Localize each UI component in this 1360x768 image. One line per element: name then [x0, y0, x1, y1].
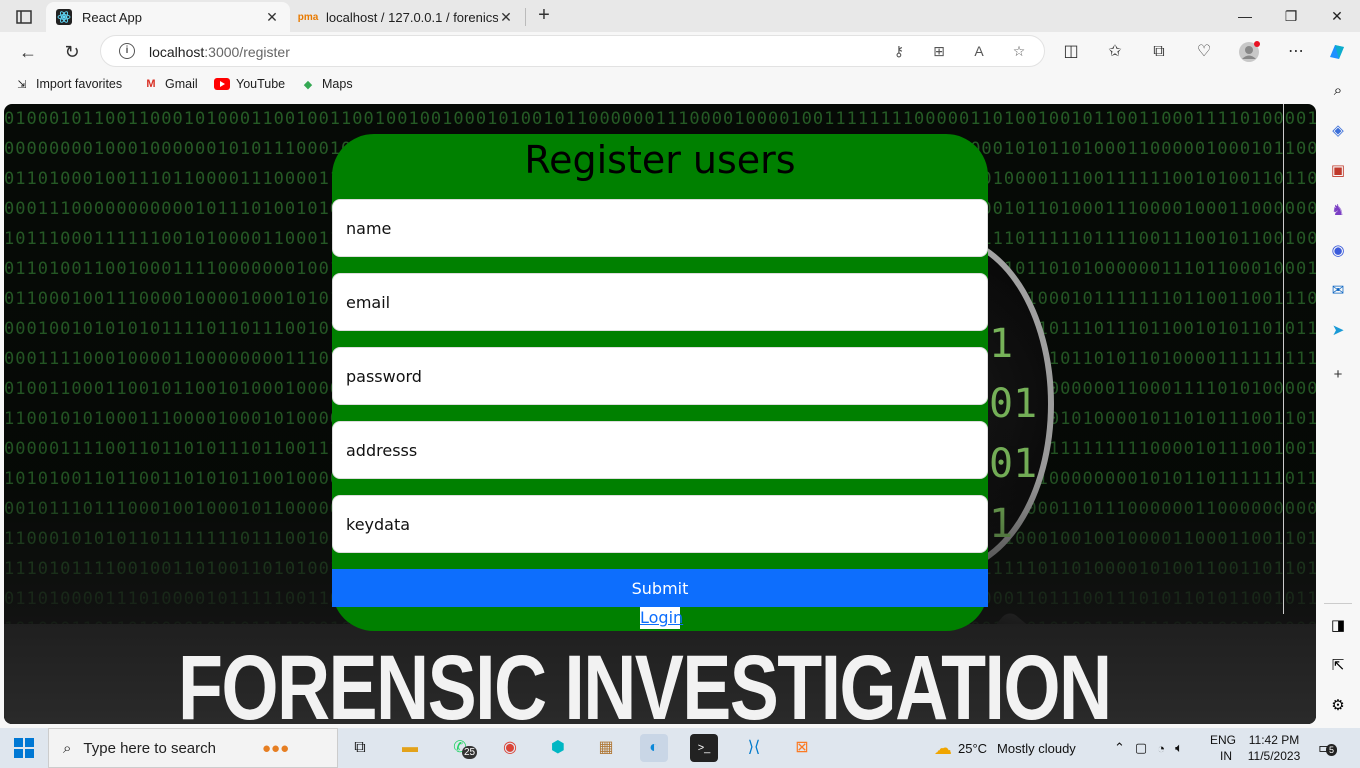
shopping-tag-icon[interactable]: ◈: [1327, 120, 1349, 142]
clock[interactable]: 11:42 PM 11/5/2023: [1246, 728, 1302, 768]
split-screen-icon[interactable]: ◫: [1060, 41, 1082, 63]
register-form-card: Register users Submit Login: [332, 134, 988, 631]
name-field[interactable]: [332, 199, 988, 257]
scroll-divider: [1283, 104, 1284, 614]
bookmarks-bar: ⇲ Import favorites M Gmail YouTube ◆ Map…: [0, 70, 1360, 100]
more-menu-icon[interactable]: ⋯: [1285, 41, 1307, 63]
search-icon: ⌕: [63, 739, 72, 757]
search-icon[interactable]: ⌕: [1327, 80, 1349, 102]
windows-start-icon[interactable]: [14, 738, 34, 758]
site-info-icon[interactable]: i: [119, 43, 135, 59]
collections-icon[interactable]: ⧉: [1148, 41, 1170, 63]
maps-icon: ◆: [303, 78, 313, 91]
react-icon: [56, 9, 72, 25]
close-tab-icon[interactable]: ✕: [498, 9, 514, 26]
notifications-icon[interactable]: ▭5: [1318, 728, 1338, 768]
read-aloud-icon[interactable]: A: [969, 43, 989, 61]
task-view-icon[interactable]: ⧉: [346, 734, 374, 762]
refresh-icon[interactable]: ↻: [59, 39, 85, 65]
tab-react-app[interactable]: React App ✕: [46, 2, 290, 32]
3d-viewer-icon[interactable]: ⬢: [544, 734, 572, 762]
bookmark-import-favorites[interactable]: ⇲ Import favorites: [14, 77, 122, 91]
close-tab-icon[interactable]: ✕: [264, 9, 280, 26]
chevron-up-icon[interactable]: ⌃: [1114, 740, 1125, 756]
tab-title: React App: [82, 9, 142, 25]
settings-gear-icon[interactable]: ⚙: [1327, 695, 1349, 717]
outlook-icon[interactable]: ✉: [1327, 280, 1349, 302]
whatsapp-badge: 25: [462, 746, 478, 759]
import-icon: ⇲: [17, 78, 27, 91]
tab-actions-icon[interactable]: [10, 6, 38, 28]
tab-phpmyadmin[interactable]: pma localhost / 127.0.0.1 / forenics / c…: [290, 2, 524, 32]
new-tab-icon[interactable]: +: [533, 4, 555, 28]
page-title: Register users: [524, 138, 796, 182]
apps-icon[interactable]: ⊞: [929, 43, 949, 61]
search-highlight-icon: ●●●: [261, 739, 290, 757]
address-bar[interactable]: i localhost:3000/register ⚷ ⊞ A ☆: [100, 35, 1045, 67]
chrome-icon[interactable]: ◉: [496, 734, 524, 762]
url-text[interactable]: localhost:3000/register: [149, 44, 290, 60]
edge-sidebar: ⌕ ◈ ▣ ♞ ◉ ✉ ➤ + ◨ ⇱ ⚙: [1316, 70, 1360, 728]
bookmark-youtube[interactable]: YouTube: [214, 77, 285, 91]
back-arrow-icon[interactable]: ←: [15, 39, 41, 65]
weather-widget[interactable]: ☁ 25°C Mostly cloudy: [934, 728, 1076, 768]
address-field[interactable]: [332, 421, 988, 479]
bookmark-maps[interactable]: ◆ Maps: [300, 77, 353, 91]
close-window-icon[interactable]: ✕: [1314, 4, 1360, 28]
tab-title: localhost / 127.0.0.1 / forenics / c: [326, 9, 498, 25]
youtube-icon: [214, 77, 230, 91]
search-placeholder: Type here to search: [83, 739, 216, 757]
keydata-field[interactable]: [332, 495, 988, 553]
browser-tab-bar: React App ✕ pma localhost / 127.0.0.1 / …: [0, 0, 1360, 32]
add-icon[interactable]: +: [1327, 364, 1349, 386]
cloudy-weather-icon: ☁: [934, 737, 952, 758]
xampp-icon[interactable]: ⊠: [788, 734, 816, 762]
tab-divider: [525, 8, 526, 26]
send-icon[interactable]: ➤: [1327, 320, 1349, 342]
copilot-icon[interactable]: [1326, 41, 1348, 63]
whatsapp-icon[interactable]: ✆ 25: [446, 734, 478, 762]
submit-button[interactable]: Submit: [332, 569, 988, 607]
favorites-icon[interactable]: ✩: [1104, 41, 1126, 63]
package-icon[interactable]: ▦: [592, 734, 620, 762]
password-field[interactable]: [332, 347, 988, 405]
minimize-icon[interactable]: —: [1222, 4, 1268, 28]
system-tray: ⌃ ▢ ◔ 🔈︎: [1114, 728, 1183, 768]
page-viewport: 0100010110011000101000110010011001001001…: [4, 104, 1316, 724]
gmail-icon: M: [146, 78, 156, 90]
sidebar-panel-icon[interactable]: ◨: [1327, 615, 1349, 637]
sidebar-divider: [1324, 603, 1352, 604]
edge-icon[interactable]: ◐: [640, 734, 668, 762]
key-icon[interactable]: ⚷: [889, 43, 909, 61]
browser-toolbar: ← ↻ i localhost:3000/register ⚷ ⊞ A ☆ ◫ …: [0, 32, 1360, 70]
file-explorer-icon[interactable]: ▬: [396, 734, 424, 762]
tools-icon[interactable]: ▣: [1327, 160, 1349, 182]
wifi-icon[interactable]: ◔: [1157, 741, 1165, 756]
taskbar-search-box[interactable]: ⌕ Type here to search ●●●: [48, 728, 338, 768]
games-icon[interactable]: ♞: [1327, 200, 1349, 222]
favorite-star-icon[interactable]: ☆: [1009, 43, 1029, 61]
open-external-icon[interactable]: ⇱: [1327, 655, 1349, 677]
bookmark-gmail[interactable]: M Gmail: [143, 77, 197, 91]
email-field[interactable]: [332, 273, 988, 331]
windows-taskbar: ⌕ Type here to search ●●● ⧉ ▬ ✆ 25 ◉ ⬢ ▦ …: [0, 728, 1360, 768]
language-indicator[interactable]: ENG IN: [1210, 728, 1236, 768]
terminal-icon[interactable]: >_: [690, 734, 718, 762]
microsoft365-icon[interactable]: ◉: [1327, 240, 1349, 262]
browser-essentials-icon[interactable]: ♡: [1193, 41, 1215, 63]
forensic-investigation-banner: FORENSIC INVESTIGATION: [178, 637, 1112, 724]
profile-avatar[interactable]: [1238, 41, 1260, 63]
login-link[interactable]: Login: [640, 607, 683, 629]
phpmyadmin-icon: pma: [297, 11, 319, 23]
vscode-icon[interactable]: ⟩⟨: [740, 734, 768, 762]
volume-icon[interactable]: 🔈︎: [1175, 740, 1183, 756]
meet-icon[interactable]: ▢: [1135, 740, 1147, 756]
restore-icon[interactable]: ❐: [1268, 4, 1314, 28]
